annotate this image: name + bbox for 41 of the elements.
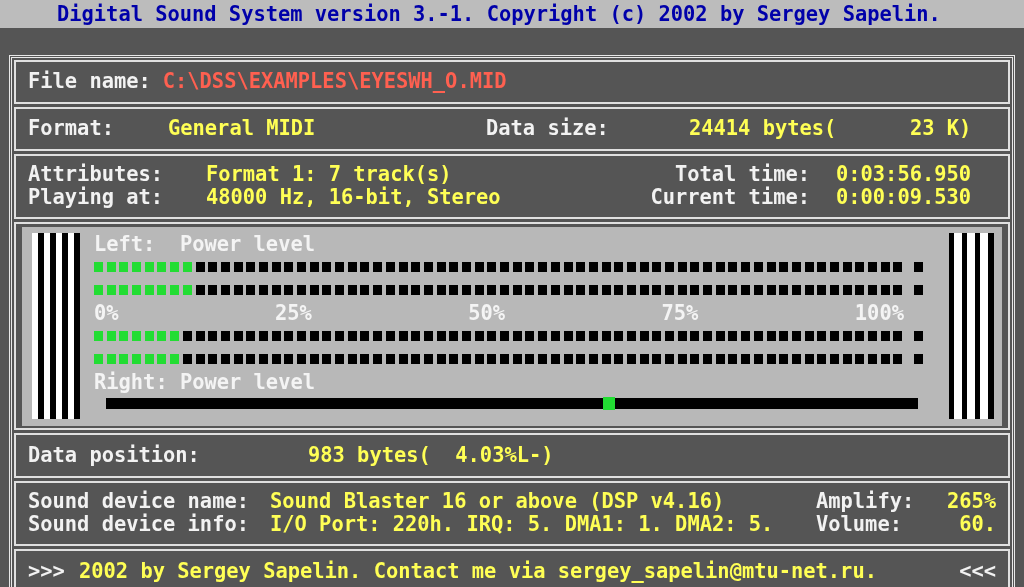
field-label: Sound device info:	[28, 513, 250, 537]
device-name-value: Sound Blaster 16 or above (DSP v4.16)	[270, 490, 726, 514]
field-label: Format:	[28, 117, 115, 141]
field-label: File name:	[28, 70, 151, 94]
footer-marker: <<<	[959, 560, 996, 584]
field-label: Sound device name:	[28, 490, 250, 514]
field-label: Volume:	[816, 513, 903, 537]
slider-thumb[interactable]	[603, 396, 616, 410]
channel-label: Left: Power level	[94, 232, 316, 256]
field-label: Current time:	[650, 186, 810, 210]
amplify-value: 265%	[945, 490, 996, 514]
channel-label: Right: Power level	[94, 370, 316, 394]
field-label: Attributes:	[28, 163, 165, 187]
field-label: Data size:	[486, 117, 610, 141]
data-size-value: 24414 bytes( 23 K)	[689, 117, 973, 141]
attributes-value: Format 1: 7 track(s)	[206, 163, 453, 187]
field-label: Amplify:	[816, 490, 916, 514]
scale-label: 25%	[275, 301, 312, 325]
file-name-value: C:\DSS\EXAMPLES\EYESWH_O.MID	[162, 70, 508, 94]
total-time-value: 0:03:56.950	[836, 163, 973, 187]
peak-indicator	[914, 354, 923, 364]
field-label: Total time:	[674, 163, 810, 187]
data-position-value: 983 bytes( 4.03%L-)	[308, 443, 555, 467]
scale-label: 75%	[661, 301, 699, 325]
scale-label: 0%	[94, 301, 119, 325]
footer-marker: >>>	[28, 560, 66, 584]
scale-label: 50%	[468, 301, 506, 325]
peak-indicator	[914, 262, 923, 272]
peak-indicator	[914, 331, 923, 341]
window-title: Digital Sound System version 3.-1. Copyright (c) 2002 by Sergey Sapelin.	[57, 2, 941, 26]
playing-at-value: 48000 Hz, 16-bit, Stereo	[206, 186, 502, 210]
current-time-value: 0:00:09.530	[836, 186, 973, 210]
position-slider[interactable]	[106, 397, 918, 409]
footer-text: 2002 by Sergey Sapelin. Contact me via sergey_sapelin@mtu-net.ru.	[79, 560, 878, 584]
scale-label: 100%	[854, 301, 904, 325]
format-value: General MIDI	[168, 117, 317, 141]
peak-indicator	[914, 285, 923, 295]
field-label: Data position:	[28, 443, 201, 467]
volume-value: 60.	[958, 513, 996, 537]
field-label: Playing at:	[28, 186, 165, 210]
device-info-value: I/O Port: 220h. IRQ: 5. DMA1: 1. DMA2: 5.	[270, 513, 775, 537]
